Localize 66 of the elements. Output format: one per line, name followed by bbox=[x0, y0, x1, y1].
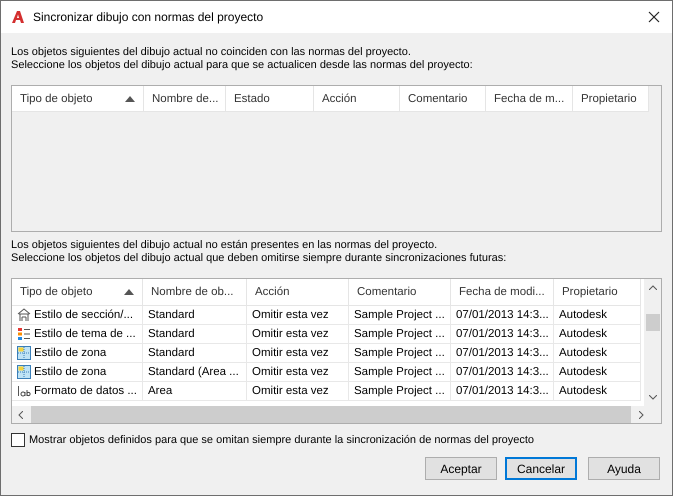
table-cell: Sample Project ... bbox=[349, 344, 451, 363]
scroll-up-icon[interactable] bbox=[648, 285, 656, 290]
table-cell: Standard bbox=[143, 344, 247, 363]
table-cell: 07/01/2013 14:3... bbox=[451, 363, 554, 382]
building-icon bbox=[17, 308, 31, 322]
cell-text: Estilo de zona bbox=[34, 347, 106, 359]
scroll-down-icon[interactable] bbox=[648, 395, 656, 400]
table-cell: Autodesk bbox=[554, 363, 641, 382]
column-header[interactable]: Nombre de... bbox=[144, 86, 226, 112]
column-header[interactable]: Acción bbox=[314, 86, 400, 112]
column-header[interactable]: Comentario bbox=[349, 279, 451, 306]
table-cell: Omitir esta vez bbox=[247, 325, 349, 344]
column-header[interactable]: Comentario bbox=[400, 86, 486, 112]
table-cell: Sample Project ... bbox=[349, 363, 451, 382]
column-header[interactable]: Estado bbox=[226, 86, 314, 112]
table-cell: Standard bbox=[143, 306, 247, 325]
table-cell: Standard (Area ... bbox=[143, 363, 247, 382]
column-header[interactable]: Nombre de ob... bbox=[143, 279, 247, 306]
table-cell: Autodesk bbox=[554, 306, 641, 325]
checkbox-label[interactable]: Mostrar objetos definidos para que se omitan siempre durante la sincronización de normas del proyecto bbox=[29, 434, 534, 446]
cell-text: Estilo de zona bbox=[34, 366, 106, 378]
dialog-button[interactable]: Aceptar bbox=[425, 457, 497, 480]
instruction-text: Seleccione los objetos del dibujo actual para que se actualicen desde las normas del proyecto: bbox=[11, 59, 474, 72]
color-list-icon bbox=[17, 327, 31, 341]
cell-text: Estilo de tema de ... bbox=[34, 328, 136, 340]
window-title: Sincronizar dibujo con normas del proyecto bbox=[33, 10, 264, 24]
table-cell: Sample Project ... bbox=[349, 306, 451, 325]
scroll-thumb[interactable] bbox=[646, 314, 660, 331]
grid-icon bbox=[17, 346, 31, 360]
column-header[interactable]: Tipo de objeto bbox=[12, 279, 143, 306]
dialog-button[interactable]: Ayuda bbox=[588, 457, 660, 480]
instruction-text: Seleccione los objetos del dibujo actual que deben omitirse siempre durante sincronizaciones futuras: bbox=[11, 252, 508, 265]
table-cell: Autodesk bbox=[554, 382, 641, 401]
checkbox[interactable] bbox=[11, 433, 25, 447]
grid-icon bbox=[17, 365, 31, 379]
instruction-text: Los objetos siguientes del dibujo actual no están presentes en las normas del proyecto. bbox=[11, 239, 438, 252]
column-header[interactable]: Propietario bbox=[554, 279, 641, 306]
table-cell: Area bbox=[143, 382, 247, 401]
table-cell: Standard bbox=[143, 325, 247, 344]
cell-text: Estilo de sección/... bbox=[34, 309, 134, 321]
table-cell: Autodesk bbox=[554, 344, 641, 363]
close-icon[interactable] bbox=[648, 11, 660, 23]
scroll-left-icon[interactable] bbox=[18, 410, 23, 418]
table-cell: Sample Project ... bbox=[349, 382, 451, 401]
table-cell: Sample Project ... bbox=[349, 325, 451, 344]
table-cell: Omitir esta vez bbox=[247, 344, 349, 363]
table-cell: Omitir esta vez bbox=[247, 382, 349, 401]
table-cell: 07/01/2013 14:3... bbox=[451, 306, 554, 325]
column-header[interactable]: Fecha de modi... bbox=[451, 279, 554, 306]
column-header[interactable]: Propietario bbox=[573, 86, 649, 112]
table-cell: 07/01/2013 14:3... bbox=[451, 344, 554, 363]
instruction-text: Los objetos siguientes del dibujo actual no coinciden con las normas del proyecto. bbox=[11, 46, 412, 59]
table-cell: Omitir esta vez bbox=[247, 306, 349, 325]
column-header[interactable]: Fecha de m... bbox=[486, 86, 573, 112]
cell-text: Formato de datos ... bbox=[34, 385, 137, 397]
table-cell: Autodesk bbox=[554, 325, 641, 344]
scroll-right-icon[interactable] bbox=[639, 410, 644, 418]
app-logo-icon bbox=[11, 10, 25, 24]
column-header[interactable]: Acción bbox=[247, 279, 349, 306]
table-cell: 07/01/2013 14:3... bbox=[451, 325, 554, 344]
text-label-icon bbox=[17, 384, 31, 398]
table-cell: 07/01/2013 14:3... bbox=[451, 382, 554, 401]
vertical-scrollbar[interactable] bbox=[644, 279, 661, 406]
table-cell: Omitir esta vez bbox=[247, 363, 349, 382]
column-header[interactable]: Tipo de objeto bbox=[12, 86, 144, 112]
dialog-button[interactable]: Cancelar bbox=[505, 457, 577, 480]
